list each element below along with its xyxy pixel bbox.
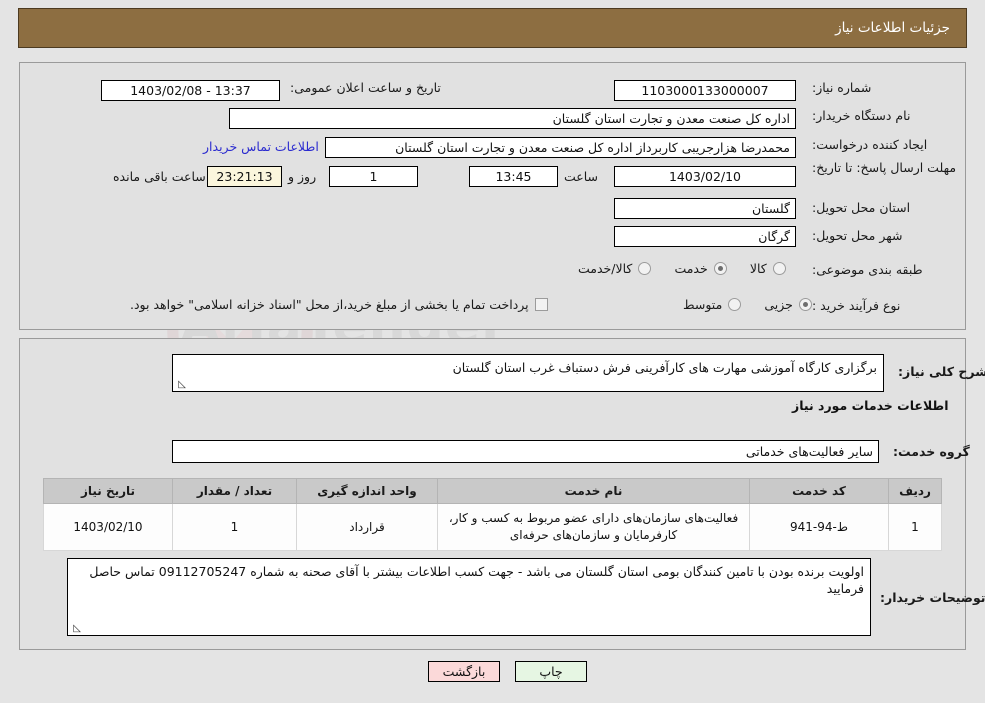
services-table: ردیف کد خدمت نام خدمت واحد اندازه گیری ت… <box>43 478 942 551</box>
column-header-unit: واحد اندازه گیری <box>296 478 438 504</box>
column-header-name: نام خدمت <box>437 478 750 504</box>
print-button[interactable]: چاپ <box>515 661 587 682</box>
remaining-days-label: روز و <box>288 169 317 184</box>
radio-khedmat-icon[interactable] <box>713 262 727 275</box>
cell-index: 1 <box>888 503 942 551</box>
treasury-bond-checkbox-icon[interactable] <box>534 298 548 311</box>
category-option-kala[interactable]: کالا <box>750 261 786 276</box>
services-section-title: اطلاعات خدمات مورد نیاز <box>792 398 949 413</box>
service-group-label: گروه خدمت: <box>893 444 970 459</box>
table-row[interactable]: 1 ط-94-941 فعالیت‌های سازمان‌های دارای ع… <box>43 503 942 551</box>
buyer-org-label: نام دستگاه خریدار: <box>812 108 911 123</box>
category-option-kala-label: کالا <box>749 261 767 276</box>
general-desc-value: برگزاری کارگاه آموزشی مهارت های کارآفرین… <box>452 360 877 375</box>
city-label: شهر محل تحویل: <box>812 228 903 243</box>
page-title: جزئیات اطلاعات نیاز <box>835 20 950 36</box>
need-number-value: 1103000133000007 <box>614 80 796 101</box>
treasury-bond-checkbox-row[interactable]: پرداخت تمام یا بخشی از مبلغ خرید،از محل … <box>130 297 548 312</box>
need-info-panel <box>19 62 966 330</box>
table-header-row: ردیف کد خدمت نام خدمت واحد اندازه گیری ت… <box>43 478 942 504</box>
category-option-kala-khedmat-label: کالا/خدمت <box>578 261 633 276</box>
column-header-qty: تعداد / مقدار <box>172 478 297 504</box>
remaining-time-countdown: 23:21:13 <box>207 166 282 187</box>
buyer-notes-value: اولویت برنده بودن با تامین کنندگان بومی … <box>89 564 864 596</box>
buyer-org-value: اداره کل صنعت معدن و تجارت استان گلستان <box>229 108 796 129</box>
cell-quantity: 1 <box>172 503 297 551</box>
city-value: گرگان <box>614 226 796 247</box>
buyer-contact-link[interactable]: اطلاعات تماس خریدار <box>203 139 319 154</box>
column-header-code: کد خدمت <box>749 478 889 504</box>
cell-service-code: ط-94-941 <box>749 503 889 551</box>
column-header-index: ردیف <box>888 478 942 504</box>
radio-jozi-icon[interactable] <box>798 298 812 311</box>
purchase-type-option-motavaset[interactable]: متوسط <box>683 297 742 312</box>
creator-value: محمدرضا هزارجریبی کاربرداز اداره کل صنعت… <box>325 137 796 158</box>
column-header-date: تاریخ نیاز <box>43 478 173 504</box>
notes-resize-grip-icon[interactable]: ◺ <box>71 624 81 634</box>
purchase-type-option-jozi-label: جزیی <box>764 297 793 312</box>
announce-datetime-label: تاریخ و ساعت اعلان عمومی: <box>290 80 441 95</box>
purchase-type-label: نوع فرآیند خرید : <box>812 298 901 313</box>
cell-unit: قرارداد <box>296 503 438 551</box>
radio-kala-khedmat-icon[interactable] <box>638 262 652 275</box>
buyer-notes-textarea[interactable]: اولویت برنده بودن با تامین کنندگان بومی … <box>67 558 871 636</box>
deadline-time-value: 13:45 <box>469 166 558 187</box>
general-desc-label: شرح کلی نیاز: <box>898 364 985 379</box>
purchase-type-radio-group: جزیی متوسط <box>665 296 812 315</box>
purchase-type-option-motavaset-label: متوسط <box>683 297 723 312</box>
radio-motavaset-icon[interactable] <box>728 298 742 311</box>
purchase-type-option-jozi[interactable]: جزیی <box>764 297 812 312</box>
back-button[interactable]: بازگشت <box>428 661 500 682</box>
general-desc-textarea[interactable]: برگزاری کارگاه آموزشی مهارت های کارآفرین… <box>172 354 884 392</box>
resize-grip-icon[interactable]: ◺ <box>176 380 186 390</box>
page-root: AriaTender .net جزئیات اطلاعات نیاز شمار… <box>0 0 985 703</box>
category-option-kala-khedmat[interactable]: کالا/خدمت <box>578 261 652 276</box>
creator-label: ایجاد کننده درخواست: <box>812 137 928 152</box>
treasury-bond-checkbox-label: پرداخت تمام یا بخشی از مبلغ خرید،از محل … <box>130 297 529 312</box>
category-option-khedmat-label: خدمت <box>674 261 708 276</box>
category-option-khedmat[interactable]: خدمت <box>674 261 727 276</box>
cell-service-name: فعالیت‌های سازمان‌های دارای عضو مربوط به… <box>437 503 750 551</box>
service-group-value: سایر فعالیت‌های خدماتی <box>172 440 879 463</box>
cell-need-date: 1403/02/10 <box>43 503 173 551</box>
remaining-time-label: ساعت باقی مانده <box>113 169 206 184</box>
deadline-date-value: 1403/02/10 <box>614 166 796 187</box>
remaining-days-value: 1 <box>329 166 418 187</box>
deadline-hour-label: ساعت <box>564 169 599 184</box>
buyer-notes-label: توضیحات خریدار: <box>880 590 985 605</box>
page-header-bar: جزئیات اطلاعات نیاز <box>18 8 967 48</box>
need-number-label: شماره نیاز: <box>812 80 872 95</box>
category-label: طبقه بندی موضوعی: <box>812 262 923 277</box>
deadline-label: مهلت ارسال پاسخ: تا تاریخ: <box>812 160 957 175</box>
radio-kala-icon[interactable] <box>772 262 786 275</box>
province-value: گلستان <box>614 198 796 219</box>
category-radio-group: کالا خدمت کالا/خدمت <box>560 260 786 279</box>
announce-datetime-value: 13:37 - 1403/02/08 <box>101 80 280 101</box>
province-label: استان محل تحویل: <box>812 200 911 215</box>
